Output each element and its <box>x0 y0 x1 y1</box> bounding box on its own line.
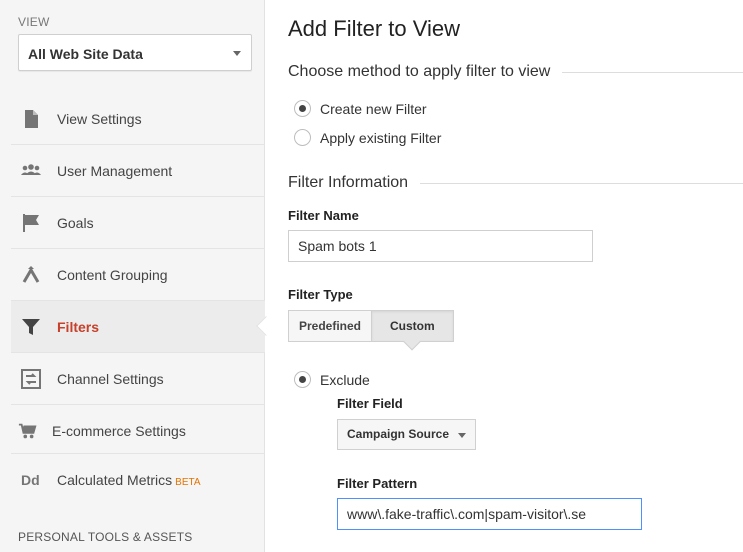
flag-icon <box>23 214 39 232</box>
view-selector-value: All Web Site Data <box>28 46 143 62</box>
calculated-metrics-text: Calculated Metrics <box>57 472 173 488</box>
tab-predefined[interactable]: Predefined <box>288 310 373 342</box>
page-title: Add Filter to View <box>288 16 461 41</box>
filter-field-dropdown[interactable]: Campaign Source <box>337 419 476 450</box>
filter-name-input[interactable]: Spam bots 1 <box>288 230 593 262</box>
sidebar-nav: View Settings User Management Goals Cont… <box>11 93 276 506</box>
filter-field-label: Filter Field <box>337 396 403 411</box>
filter-type-label: Filter Type <box>288 287 353 302</box>
beta-badge: BETA <box>175 477 201 488</box>
sidebar-item-label: Goals <box>57 215 94 231</box>
filter-pattern-input[interactable]: www\.fake-traffic\.com|spam-visitor\.se <box>337 498 642 530</box>
sidebar-item-calculated-metrics[interactable]: Dd Calculated Metrics BETA <box>11 454 265 506</box>
radio-unselected[interactable] <box>294 129 311 146</box>
sidebar-item-label: Filters <box>57 319 100 335</box>
radio-create-new-filter[interactable]: Create new Filter <box>294 100 427 117</box>
dd-icon: Dd <box>21 472 40 488</box>
chevron-down-icon <box>233 51 241 56</box>
cart-icon <box>18 423 37 439</box>
radio-apply-existing-filter[interactable]: Apply existing Filter <box>294 129 441 146</box>
method-heading-text: Choose method to apply filter to view <box>288 63 551 80</box>
sidebar-item-channel-settings[interactable]: Channel Settings <box>11 353 265 405</box>
sidebar-item-goals[interactable]: Goals <box>11 197 265 249</box>
radio-selected[interactable] <box>294 100 311 117</box>
filter-icon <box>22 319 40 335</box>
filter-field-value: Campaign Source <box>347 427 450 441</box>
sidebar-item-label: View Settings <box>57 111 142 127</box>
personal-tools-heading: PERSONAL TOOLS & ASSETS <box>18 530 193 544</box>
info-heading-text: Filter Information <box>288 174 409 191</box>
admin-sidebar: VIEW All Web Site Data View Settings Use… <box>0 0 276 552</box>
chevron-down-icon <box>458 433 466 438</box>
filter-form: Add Filter to View Choose method to appl… <box>288 0 743 552</box>
method-heading: Choose method to apply filter to view <box>288 63 743 81</box>
selected-pointer <box>403 333 421 351</box>
sidebar-item-label: Channel Settings <box>57 371 164 387</box>
filter-pattern-label: Filter Pattern <box>337 476 418 491</box>
tab-custom[interactable]: Custom <box>372 310 454 351</box>
active-pointer <box>256 316 276 336</box>
sidebar-item-ecommerce-settings[interactable]: E-commerce Settings <box>11 405 265 454</box>
radio-label: Apply existing Filter <box>320 129 442 146</box>
users-icon <box>21 164 41 175</box>
sidebar-item-label: E-commerce Settings <box>52 423 186 439</box>
filter-name-label: Filter Name <box>288 208 359 223</box>
tab-custom-label: Custom <box>390 319 435 333</box>
channel-settings-icon <box>21 369 41 389</box>
radio-label: Exclude <box>320 371 370 388</box>
info-heading: Filter Information <box>288 174 743 192</box>
content-grouping-icon <box>22 266 40 283</box>
sidebar-item-label: User Management <box>57 163 173 179</box>
sidebar-item-view-settings[interactable]: View Settings <box>11 93 265 145</box>
view-selector[interactable]: All Web Site Data <box>18 34 252 71</box>
divider <box>420 182 743 184</box>
view-label: VIEW <box>18 15 50 29</box>
sidebar-item-user-management[interactable]: User Management <box>11 145 265 197</box>
filter-type-toggle: Predefined Custom <box>288 310 454 351</box>
divider <box>562 71 743 73</box>
sidebar-item-filters[interactable]: Filters <box>11 301 276 353</box>
radio-label: Create new Filter <box>320 100 427 117</box>
radio-selected[interactable] <box>294 371 311 388</box>
sidebar-item-label: Calculated Metrics BETA <box>57 472 201 488</box>
sidebar-item-content-grouping[interactable]: Content Grouping <box>11 249 265 301</box>
sidebar-item-label: Content Grouping <box>57 267 168 283</box>
radio-exclude[interactable]: Exclude <box>294 371 370 388</box>
document-icon <box>25 110 38 128</box>
